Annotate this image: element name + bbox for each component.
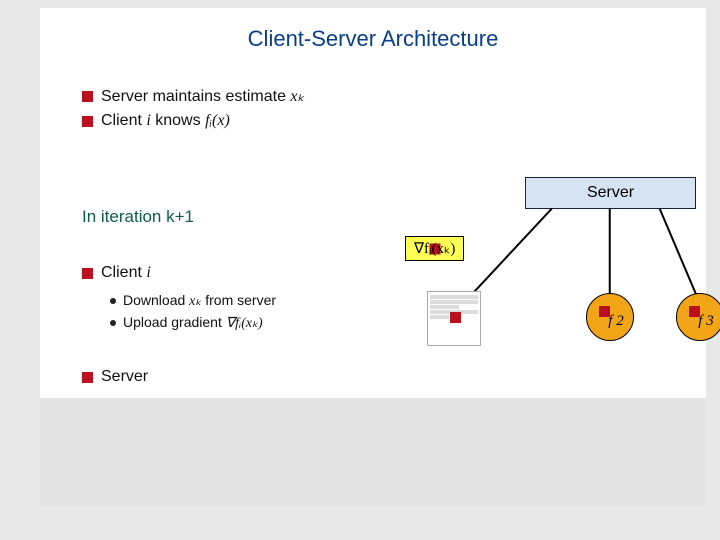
sub-bullet-upload: Upload gradient ∇fᵢ(xₖ): [110, 314, 263, 332]
text: Server: [101, 368, 148, 386]
heading-iteration: In iteration k+1: [82, 207, 194, 227]
server-node: Server: [525, 177, 696, 209]
bullet-client-i: Client i: [82, 264, 151, 282]
math-grad: ∇fᵢ(xₖ): [226, 316, 263, 331]
bullet-square-icon: [82, 268, 93, 279]
text: Client: [101, 264, 146, 281]
bullet-server: Server: [82, 368, 148, 386]
bullet-dot-icon: [110, 298, 116, 304]
bullet-square-icon: [450, 312, 461, 323]
placeholder-line: [430, 295, 478, 299]
sub-bullet-download: Download xₖ from server: [110, 292, 276, 310]
text: from server: [201, 292, 276, 308]
placeholder-line: [430, 305, 459, 309]
bullet-square-icon: [82, 91, 93, 102]
bullet-client-knows: Client i knows fᵢ(x): [82, 112, 230, 130]
client-label: f 3: [698, 313, 713, 330]
text: Upload gradient: [123, 314, 226, 330]
slide-title: Client-Server Architecture: [40, 26, 706, 52]
text: Server maintains estimate: [101, 88, 290, 105]
server-label: Server: [587, 184, 634, 202]
math-fix: fᵢ(x): [205, 112, 230, 129]
bullet-square-icon: [82, 116, 93, 127]
client-node-2: f 2: [586, 293, 634, 341]
occlusion-overlay: [40, 398, 706, 506]
text: Client: [101, 112, 146, 129]
bullet-dot-icon: [110, 320, 116, 326]
edge-server-client1: [463, 208, 553, 304]
math-xk: xₖ: [290, 88, 304, 105]
client-node-1: [427, 291, 481, 346]
math-xk: xₖ: [189, 294, 201, 309]
bullet-server-estimate: Server maintains estimate xₖ: [82, 86, 304, 106]
placeholder-line: [430, 315, 449, 319]
gradient-math: ∇fᵢ(xₖ): [414, 239, 455, 258]
bullet-square-icon: [82, 372, 93, 383]
text: Download: [123, 292, 189, 308]
slide: Client-Server Architecture Server mainta…: [40, 8, 706, 506]
client-label: f 2: [608, 313, 623, 330]
gradient-label: ∇fᵢ(xₖ): [405, 236, 464, 261]
client-node-3: f 3: [676, 293, 720, 341]
text: knows: [151, 112, 205, 129]
placeholder-line: [430, 300, 478, 304]
math-i: i: [146, 264, 150, 281]
